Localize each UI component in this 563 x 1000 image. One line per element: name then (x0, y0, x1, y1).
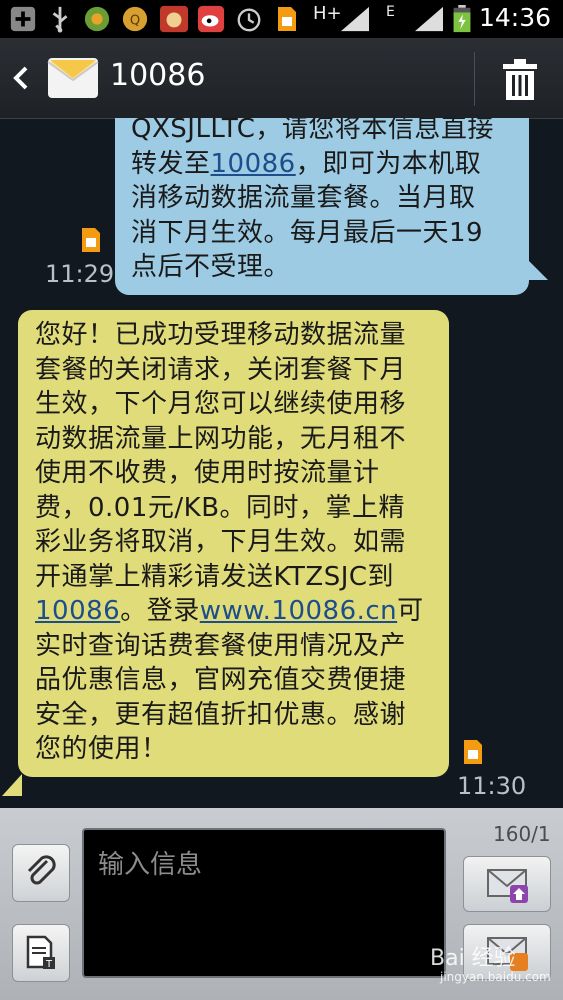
status-clock: 14:36 (478, 3, 551, 32)
sim-icon (464, 740, 482, 764)
web-link[interactable]: www.10086.cn (200, 596, 397, 626)
data-indicator: E (386, 4, 395, 20)
char-counter: 160/1 (493, 822, 551, 846)
message-text: 。登录 (120, 596, 200, 626)
cow-icon (160, 5, 188, 33)
sim-icon (82, 228, 100, 252)
battery-icon (453, 5, 471, 33)
paperclip-icon (27, 855, 56, 885)
envelope-icon[interactable] (46, 50, 100, 104)
sim-icon (278, 7, 296, 31)
header-divider (474, 52, 475, 106)
watermark: Bai 经验 jingyan.baidu.com (430, 940, 551, 984)
message-time: 11:30 (457, 772, 527, 800)
bubble-tail (2, 774, 22, 796)
incoming-message[interactable]: 您好！已成功受理移动数据流量套餐的关闭请求，关闭套餐下月生效，下个月您可以继续使… (18, 310, 449, 777)
bubble-tail (526, 258, 548, 280)
template-button[interactable]: T (12, 924, 70, 982)
message-thread[interactable]: QXSJLLTC，请您将本信息直接转发至10086，即可为本机取消移动数据流量套… (0, 118, 563, 808)
svg-text:Q: Q (130, 14, 140, 29)
watermark-brand: Bai 经验 (430, 946, 516, 971)
trash-icon[interactable] (497, 56, 543, 102)
phone-link[interactable]: 10086 (211, 149, 296, 179)
message-text: 您好！已成功受理移动数据流量套餐的关闭请求，关闭套餐下月生效，下个月您可以继续使… (35, 320, 407, 592)
message-time: 11:29 (45, 260, 115, 288)
weibo-icon (197, 5, 225, 33)
outgoing-message[interactable]: QXSJLLTC，请您将本信息直接转发至10086，即可为本机取消移动数据流量套… (115, 118, 529, 295)
back-icon[interactable] (6, 56, 34, 100)
phone-link[interactable]: 10086 (35, 596, 120, 626)
signal-icon (415, 6, 443, 32)
signal-icon (341, 6, 369, 32)
alarm-icon (237, 8, 261, 32)
send-button[interactable] (463, 856, 551, 912)
send-envelope-icon (487, 869, 528, 903)
add-icon (10, 6, 36, 32)
message-input[interactable]: 输入信息 (82, 828, 446, 978)
template-icon: T (26, 935, 55, 970)
usb-icon (52, 6, 68, 33)
watermark-url: jingyan.baidu.com (440, 970, 551, 984)
app-icon: Q (122, 6, 148, 32)
status-bar: Q H+ E 14:36 (0, 0, 563, 38)
conversation-header: 10086 (0, 38, 563, 119)
attach-button[interactable] (12, 844, 70, 902)
app-icon (84, 6, 110, 32)
conversation-title: 10086 (110, 58, 206, 93)
svg-text:T: T (45, 959, 53, 970)
